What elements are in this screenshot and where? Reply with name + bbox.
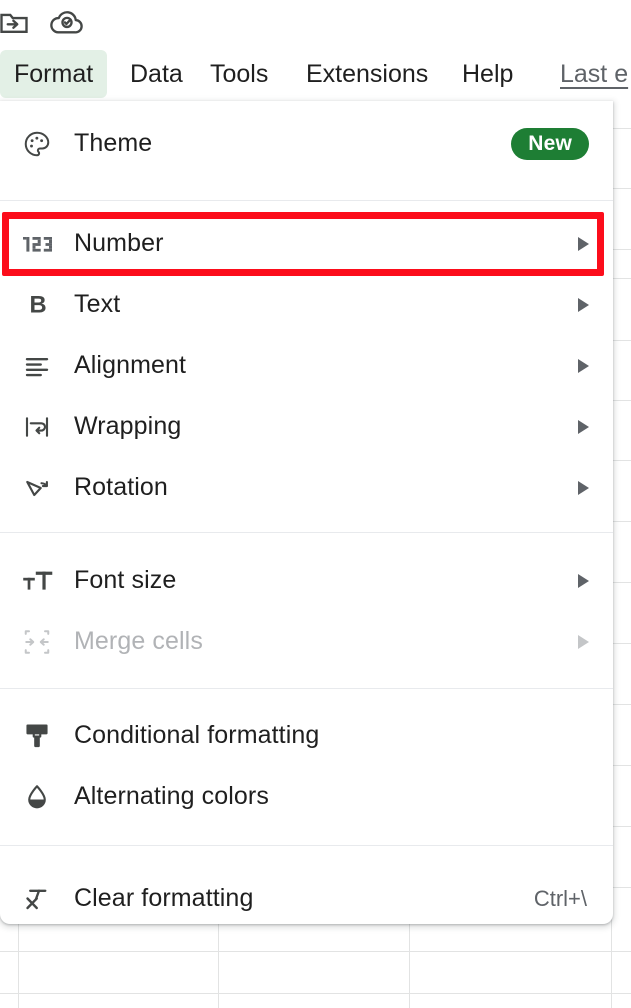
chevron-right-icon <box>578 573 589 588</box>
format-dropdown-menu: Theme New Number B Text Alignment Wrappi… <box>0 101 613 924</box>
chevron-right-icon <box>578 358 589 373</box>
palette-icon <box>22 129 62 159</box>
menu-item-label: Merge cells <box>74 627 203 655</box>
text-wrap-icon <box>22 412 62 442</box>
menu-item-label: Alignment <box>74 351 187 379</box>
menu-item-wrapping[interactable]: Wrapping <box>0 396 613 457</box>
menu-item-merge-cells[interactable]: Merge cells <box>0 611 613 672</box>
paint-roller-icon <box>22 721 62 751</box>
menubar-item-data[interactable]: Data <box>116 50 197 98</box>
merge-cells-icon <box>22 627 62 657</box>
menu-group-cell-format: Number B Text Alignment Wrapping Rotatio… <box>0 201 613 518</box>
menu-item-label: Alternating colors <box>74 782 269 810</box>
move-to-folder-icon[interactable] <box>0 8 32 43</box>
menu-item-rotation[interactable]: Rotation <box>0 457 613 518</box>
shortcut-label: Ctrl+\ <box>533 885 587 911</box>
cloud-saved-icon[interactable] <box>48 8 86 43</box>
menu-item-font-size[interactable]: Font size <box>0 550 613 611</box>
menu-group-theme: Theme New <box>0 101 613 174</box>
number-123-icon <box>22 231 62 257</box>
menu-group-clear: Clear formatting Ctrl+\ <box>0 846 613 929</box>
droplet-half-icon <box>22 782 62 812</box>
new-badge: New <box>511 127 589 160</box>
menu-item-label: Number <box>74 229 164 257</box>
menu-item-text[interactable]: B Text <box>0 274 613 335</box>
grid-row-line <box>0 951 631 952</box>
last-edit-status[interactable]: Last e <box>560 50 628 98</box>
toolbar-icon-strip <box>0 0 631 46</box>
menu-item-label: Font size <box>74 566 177 594</box>
menu-item-label: Clear formatting <box>74 884 254 912</box>
chevron-right-icon <box>578 236 589 251</box>
menu-item-label: Conditional formatting <box>74 721 320 749</box>
align-left-icon <box>22 351 62 381</box>
menu-item-theme[interactable]: Theme New <box>0 113 613 174</box>
menu-bar: Format Data Tools Extensions Help Last e <box>0 46 631 103</box>
chevron-right-icon <box>578 634 589 649</box>
text-rotation-icon <box>22 473 62 503</box>
chevron-right-icon <box>578 480 589 495</box>
menubar-item-tools[interactable]: Tools <box>196 50 282 98</box>
grid-row-line <box>0 993 631 994</box>
menu-item-label: Wrapping <box>74 412 182 440</box>
menu-item-label: Text <box>74 290 121 318</box>
chevron-right-icon <box>578 419 589 434</box>
menu-item-number[interactable]: Number <box>0 213 613 274</box>
menu-item-label: Theme <box>74 129 153 157</box>
menu-item-conditional-formatting[interactable]: Conditional formatting <box>0 705 613 766</box>
menu-item-alignment[interactable]: Alignment <box>0 335 613 396</box>
svg-text:B: B <box>30 291 47 318</box>
bold-b-icon: B <box>22 290 62 320</box>
menubar-item-format[interactable]: Format <box>0 50 108 98</box>
menu-group-rules: Conditional formatting Alternating color… <box>0 689 613 827</box>
menu-group-size: Font size Merge cells <box>0 533 613 672</box>
font-size-icon <box>22 567 62 595</box>
clear-formatting-icon <box>22 884 62 914</box>
chevron-right-icon <box>578 297 589 312</box>
menu-item-alternating-colors[interactable]: Alternating colors <box>0 766 613 827</box>
menu-item-label: Rotation <box>74 473 168 501</box>
menubar-item-extensions[interactable]: Extensions <box>292 50 442 98</box>
menubar-item-help[interactable]: Help <box>448 50 527 98</box>
menu-item-clear-formatting[interactable]: Clear formatting Ctrl+\ <box>0 868 613 929</box>
